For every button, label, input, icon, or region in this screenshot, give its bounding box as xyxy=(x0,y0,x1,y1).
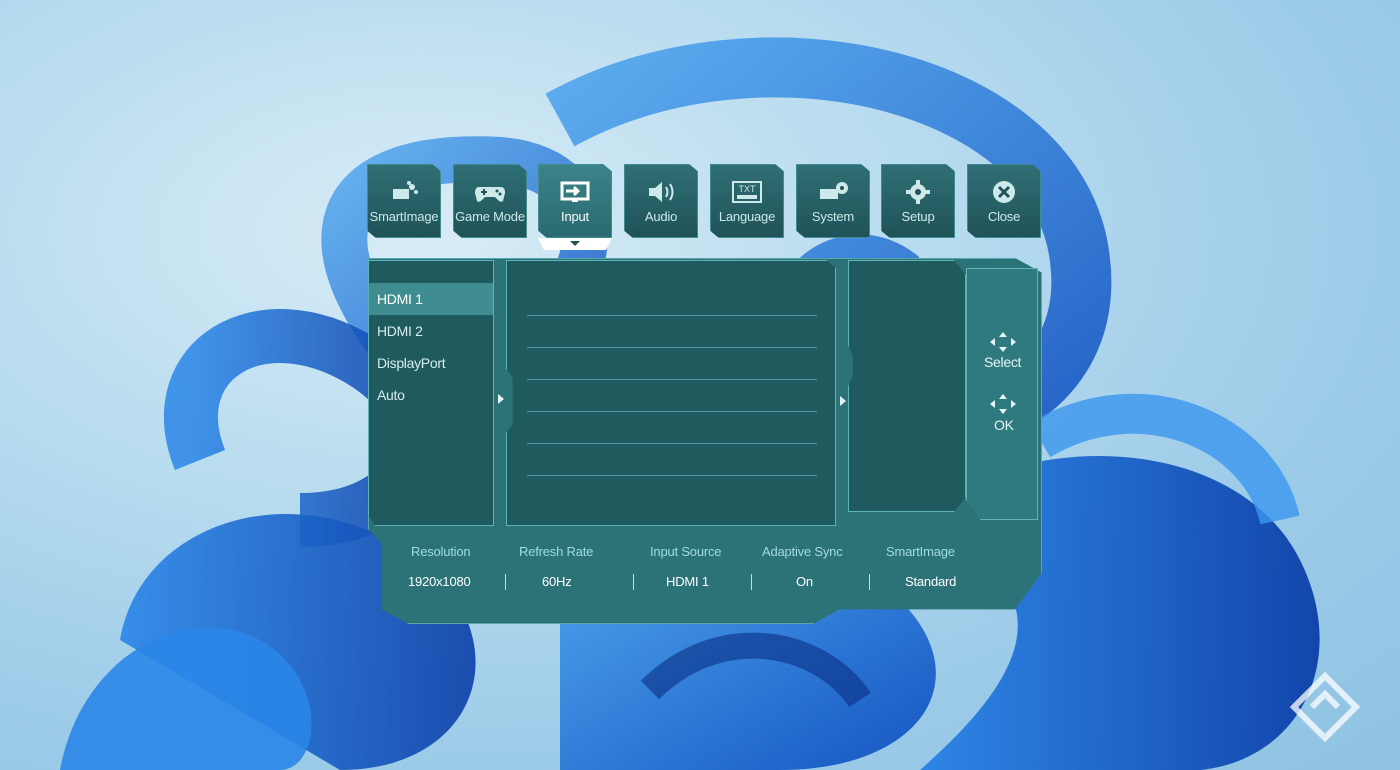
tab-label: Close xyxy=(987,209,1021,224)
input-list-panel: HDMI 1 HDMI 2 DisplayPort Auto xyxy=(368,260,494,526)
status-value-refresh-rate: 60Hz xyxy=(542,574,572,589)
tab-smartimage[interactable]: SmartImage xyxy=(367,164,441,238)
tab-language[interactable]: TXT Language xyxy=(710,164,784,238)
divider xyxy=(527,475,817,476)
speaker-icon xyxy=(649,182,674,202)
tab-audio[interactable]: Audio xyxy=(624,164,698,238)
status-header-input-source: Input Source xyxy=(650,544,722,559)
status-header-smartimage: SmartImage xyxy=(886,544,955,559)
gamepad-icon xyxy=(475,187,505,202)
arrow-right-icon xyxy=(498,394,504,404)
tab-game-mode[interactable]: Game Mode xyxy=(453,164,527,238)
tab-setup[interactable]: Setup xyxy=(881,164,955,238)
smartimage-icon xyxy=(393,181,418,199)
watermark-logo xyxy=(1290,672,1360,742)
status-value-resolution: 1920x1080 xyxy=(408,574,471,589)
status-value-input-source: HDMI 1 xyxy=(666,574,709,589)
arrow-right-icon xyxy=(840,396,846,406)
status-header-resolution: Resolution xyxy=(411,544,471,559)
tab-close[interactable]: Close xyxy=(967,164,1041,238)
status-value-adaptive-sync: On xyxy=(796,574,813,589)
tab-label: Setup xyxy=(901,209,935,224)
dpad-select-icon xyxy=(990,332,1016,352)
monitor-osd-menu: SmartImage Game Mode Input Audio TXT Lan… xyxy=(0,0,1400,770)
tab-system[interactable]: System xyxy=(796,164,870,238)
tab-label: System xyxy=(811,209,855,224)
tab-label: Game Mode xyxy=(455,209,525,224)
status-separator xyxy=(751,574,752,590)
tab-label: SmartImage xyxy=(369,209,439,224)
divider xyxy=(527,347,817,348)
active-tab-indicator xyxy=(538,238,612,250)
select-label: Select xyxy=(984,354,1022,370)
status-header-refresh-rate: Refresh Rate xyxy=(519,544,594,559)
dpad-ok-icon xyxy=(990,394,1016,414)
status-value-smartimage: Standard xyxy=(905,574,957,589)
txt-language-icon: TXT xyxy=(732,181,762,203)
list-item-hdmi2[interactable]: HDMI 2 xyxy=(369,315,493,347)
close-icon xyxy=(993,181,1015,203)
tab-input[interactable]: Input xyxy=(538,164,612,238)
submenu-panel xyxy=(506,260,836,526)
status-separator xyxy=(505,574,506,590)
list-item-hdmi1[interactable]: HDMI 1 xyxy=(369,283,493,315)
divider xyxy=(527,315,817,316)
input-source-icon xyxy=(560,181,590,202)
status-header-adaptive-sync: Adaptive Sync xyxy=(762,544,843,559)
system-gear-icon xyxy=(820,182,848,199)
list-item-displayport[interactable]: DisplayPort xyxy=(369,347,493,379)
tab-label: Audio xyxy=(644,209,678,224)
divider xyxy=(527,443,817,444)
svg-text:TXT: TXT xyxy=(739,184,757,194)
setup-gear-icon xyxy=(906,180,930,204)
status-separator xyxy=(633,574,634,590)
divider xyxy=(527,411,817,412)
tab-label: Language xyxy=(718,209,776,224)
divider xyxy=(527,379,817,380)
status-separator xyxy=(869,574,870,590)
list-item-auto[interactable]: Auto xyxy=(369,379,493,411)
option-panel xyxy=(848,260,966,512)
tab-label: Input xyxy=(561,209,589,224)
ok-label: OK xyxy=(994,417,1014,433)
